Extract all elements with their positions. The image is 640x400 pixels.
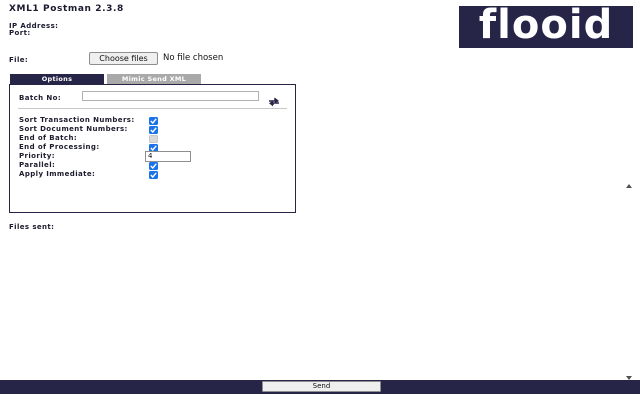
port-label: Port: — [9, 29, 31, 37]
parallel-checkbox[interactable] — [149, 162, 158, 170]
sort-document-numbers-checkbox[interactable] — [149, 126, 158, 134]
tab-options[interactable]: Options — [10, 74, 104, 84]
batch-no-input[interactable] — [82, 91, 259, 101]
sort-transaction-numbers-label: Sort Transaction Numbers: — [19, 116, 135, 124]
choose-files-button[interactable]: Choose files — [89, 52, 158, 65]
flooid-logo: flooid — [459, 2, 633, 48]
file-status: No file chosen — [163, 53, 224, 63]
scrollbar[interactable] — [623, 176, 635, 380]
files-sent-label: Files sent: — [9, 223, 55, 231]
apply-immediate-label: Apply Immediate: — [19, 170, 96, 178]
refresh-arrows-icon[interactable] — [267, 92, 281, 107]
send-button[interactable]: Send — [262, 381, 381, 392]
apply-immediate-checkbox[interactable] — [149, 171, 158, 179]
sort-transaction-numbers-checkbox[interactable] — [149, 117, 158, 125]
parallel-label: Parallel: — [19, 161, 56, 169]
batch-no-label: Batch No: — [19, 94, 62, 102]
end-of-batch-label: End of Batch: — [19, 134, 78, 142]
file-label: File: — [9, 56, 29, 64]
scroll-up-arrow-icon[interactable] — [624, 176, 634, 188]
priority-label: Priority: — [19, 152, 55, 160]
sort-document-numbers-label: Sort Document Numbers: — [19, 125, 128, 133]
end-of-batch-checkbox[interactable] — [149, 135, 158, 143]
logo-text: flooid — [478, 2, 614, 48]
tab-mimic-send-xml[interactable]: Mimic Send XML — [107, 74, 201, 84]
app-title: XML1 Postman 2.3.8 — [9, 4, 124, 14]
scroll-down-arrow-icon[interactable] — [624, 368, 634, 380]
end-of-processing-label: End of Processing: — [19, 143, 100, 151]
options-divider — [18, 108, 287, 109]
priority-input[interactable]: 4 — [145, 151, 191, 162]
